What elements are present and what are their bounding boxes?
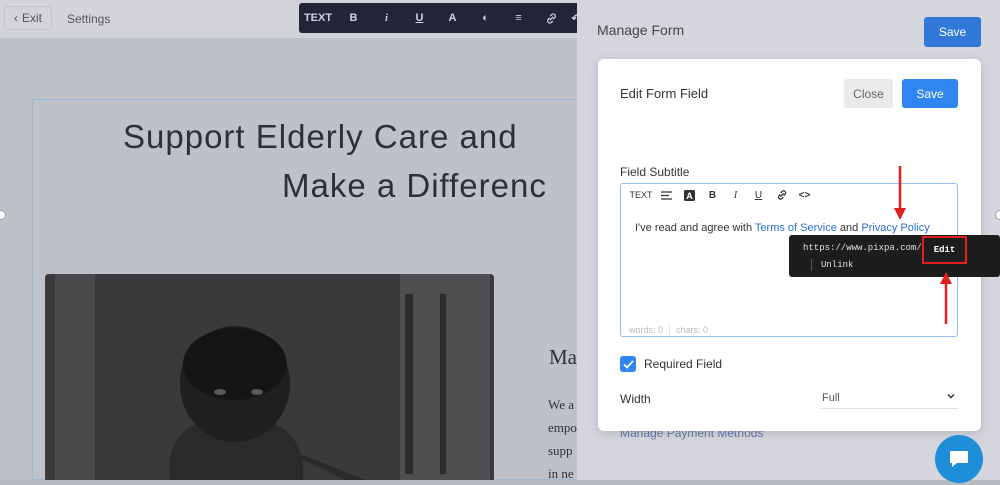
edit-link-label: Edit — [933, 245, 956, 255]
close-button[interactable]: Close — [844, 79, 893, 108]
italic-icon[interactable]: I — [724, 190, 747, 201]
align-icon[interactable]: ≡ — [502, 12, 535, 24]
exit-label: Exit — [21, 11, 42, 25]
privacy-policy-link[interactable]: Privacy Policy — [861, 222, 929, 234]
page-heading-line1: Support Elderly Care and — [123, 118, 518, 155]
link-tooltip: https://www.pixpa.com/ Edit Unlink — [789, 235, 1000, 277]
contrast-icon[interactable]: ◐ — [469, 12, 502, 24]
resize-handle-right[interactable] — [995, 210, 1000, 220]
paragraph-line: We a — [548, 397, 575, 412]
editor-toolbar: TEXT A B I U <> — [627, 189, 816, 201]
italic-icon[interactable]: i — [370, 12, 403, 24]
font-color-icon[interactable]: A — [436, 12, 469, 24]
field-subtitle-label: Field Subtitle — [620, 165, 690, 179]
chevron-left-icon: ‹ — [13, 11, 18, 25]
required-field-checkbox[interactable] — [620, 356, 636, 372]
paragraph-line: supp — [548, 443, 573, 458]
underline-icon[interactable]: U — [747, 190, 770, 201]
width-select[interactable]: Full — [820, 390, 958, 409]
edit-link-button[interactable]: Edit — [922, 236, 967, 264]
count-divider — [669, 325, 671, 335]
bold-icon[interactable]: B — [701, 190, 724, 201]
editor-counts: words: 0 chars: 0 — [629, 325, 708, 335]
align-icon[interactable] — [655, 190, 678, 200]
editor-text: I've read and agree with — [635, 222, 755, 234]
terms-of-service-link[interactable]: Terms of Service — [755, 222, 837, 234]
settings-link[interactable]: Settings — [67, 12, 110, 26]
width-label: Width — [620, 392, 651, 406]
chat-bubble-icon — [950, 451, 968, 467]
required-field-label: Required Field — [644, 357, 723, 371]
link-icon[interactable] — [535, 12, 568, 25]
paragraph-line: empo — [548, 420, 577, 435]
width-select-value: Full — [822, 392, 840, 404]
char-count: chars: 0 — [676, 325, 709, 335]
page-heading-line2: Make a Differenc — [282, 167, 547, 204]
text-style-button[interactable]: TEXT — [627, 190, 655, 200]
text-format-toolbar: TEXT B i U A ◐ ≡ ↶ — [299, 3, 589, 33]
section-paragraph: We a empo supp in ne — [548, 393, 577, 485]
code-icon[interactable]: <> — [793, 190, 816, 201]
child-photo — [45, 274, 494, 480]
checkmark-icon — [622, 359, 634, 369]
editor-text: and — [836, 222, 862, 234]
word-count: words: 0 — [629, 325, 664, 335]
exit-button[interactable]: ‹ Exit — [4, 6, 52, 30]
tooltip-divider — [811, 259, 812, 271]
panel-title: Manage Form — [597, 22, 685, 38]
text-style-button[interactable]: TEXT — [299, 12, 337, 24]
chevron-down-icon — [946, 391, 956, 404]
link-icon[interactable] — [770, 189, 793, 201]
editor-content[interactable]: I've read and agree with Terms of Servic… — [635, 222, 930, 234]
svg-text:A: A — [686, 191, 693, 201]
underline-icon[interactable]: U — [403, 12, 436, 24]
link-url[interactable]: https://www.pixpa.com/ — [803, 243, 922, 253]
paragraph-line: in ne — [548, 466, 574, 481]
save-button[interactable]: Save — [902, 79, 958, 108]
section-heading: Ma — [549, 345, 577, 369]
panel-save-button[interactable]: Save — [924, 17, 981, 47]
unlink-button[interactable]: Unlink — [821, 260, 853, 270]
modal-title: Edit Form Field — [620, 86, 709, 101]
bold-icon[interactable]: B — [337, 12, 370, 24]
annotation-arrow-down-icon — [894, 166, 906, 220]
chat-button[interactable] — [935, 435, 983, 483]
annotation-arrow-up-icon — [940, 272, 952, 324]
font-color-icon[interactable]: A — [678, 189, 701, 201]
